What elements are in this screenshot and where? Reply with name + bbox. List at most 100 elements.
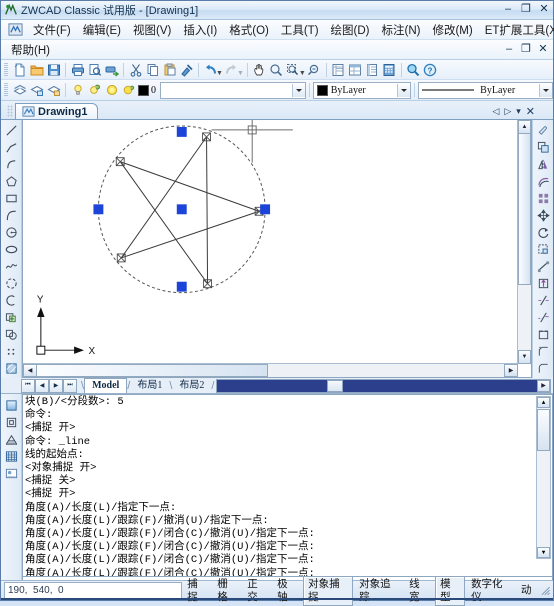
arc-icon[interactable] <box>2 207 20 224</box>
arc-poly-icon[interactable] <box>2 156 20 173</box>
break-icon[interactable] <box>534 326 552 343</box>
tab-model[interactable]: Model <box>84 378 128 393</box>
layer-combo-arrow-icon[interactable] <box>291 83 305 97</box>
line-icon[interactable] <box>2 122 20 139</box>
status-tablet-button[interactable]: 数字化仪 <box>467 577 515 605</box>
resize-grip-icon[interactable] <box>540 585 551 597</box>
hatch-icon[interactable] <box>2 360 20 377</box>
copy-object-icon[interactable] <box>534 139 552 156</box>
tool-palette-icon[interactable] <box>364 61 381 78</box>
chamfer-icon[interactable] <box>534 343 552 360</box>
linetype-combo-arrow-icon[interactable] <box>539 83 552 97</box>
menu-item-format[interactable]: 格式(O) <box>223 21 275 39</box>
status-dyn-button[interactable]: 动 <box>517 583 536 598</box>
coordinates-display[interactable]: 190, 540, 0 <box>4 582 183 599</box>
linetype-combo[interactable]: ByLayer <box>418 81 553 99</box>
app-menu-icon[interactable] <box>8 22 23 37</box>
nav-prev-icon[interactable]: ◀ <box>35 378 49 393</box>
copy-icon[interactable] <box>144 61 161 78</box>
fillet-icon[interactable] <box>534 360 552 377</box>
drawing-canvas[interactable]: Y X ▲ ▼ ◀ ▶ <box>22 120 532 378</box>
pan-icon[interactable] <box>251 61 268 78</box>
doc-close-button[interactable]: ✕ <box>537 42 549 56</box>
polygon-icon[interactable] <box>2 173 20 190</box>
rectangle-icon[interactable] <box>2 190 20 207</box>
menu-item-tools[interactable]: 工具(T) <box>275 21 325 39</box>
tab-prev-icon[interactable]: ◁ <box>492 106 499 117</box>
nav-next-icon[interactable]: ▶ <box>49 378 63 393</box>
point-icon[interactable] <box>2 343 20 360</box>
save-icon[interactable] <box>45 61 62 78</box>
menu-item-draw[interactable]: 绘图(D) <box>325 21 376 39</box>
block-insert-icon[interactable] <box>2 309 20 326</box>
layout-scroll-right-arrow-icon[interactable]: ▶ <box>537 379 550 392</box>
calculator-icon[interactable] <box>381 61 398 78</box>
horizontal-scroll-thumb[interactable] <box>36 364 268 377</box>
zoom-dropdown-icon[interactable]: ▼ <box>299 70 306 79</box>
standard-toolbar-grip[interactable] <box>4 62 8 77</box>
status-snap-button[interactable]: 捕捉 <box>183 577 211 605</box>
help-icon[interactable]: ? <box>422 61 439 78</box>
layout-scrollbar[interactable]: ▶ <box>216 378 551 393</box>
layout-scroll-thumb[interactable] <box>327 379 344 392</box>
canvas-horizontal-scrollbar[interactable]: ◀ ▶ <box>23 363 518 377</box>
tab-next-icon[interactable]: ▷ <box>504 106 511 117</box>
gradient-icon[interactable] <box>2 397 20 414</box>
menu-item-edit[interactable]: 编辑(E) <box>77 21 127 39</box>
print-icon[interactable] <box>69 61 86 78</box>
move-icon[interactable] <box>534 207 552 224</box>
status-osnap-button[interactable]: 对象捕捉 <box>303 575 354 606</box>
color-combo[interactable]: ByLayer <box>312 81 412 99</box>
menu-item-modify[interactable]: 修改(M) <box>426 21 478 39</box>
status-polar-button[interactable]: 极轴 <box>273 577 301 605</box>
layer-state-icon[interactable] <box>45 82 62 99</box>
scroll-down-arrow-icon[interactable]: ▼ <box>518 350 531 364</box>
paste-icon[interactable] <box>161 61 178 78</box>
document-tab-drawing1[interactable]: Drawing1 <box>15 103 98 119</box>
polyline-icon[interactable] <box>2 139 20 156</box>
tab-close-icon[interactable]: ✕ <box>526 105 535 118</box>
menu-item-dimension[interactable]: 标注(N) <box>376 21 427 39</box>
lightbulb-icon[interactable] <box>69 82 86 99</box>
rotate-icon[interactable] <box>534 224 552 241</box>
redo-dropdown-icon[interactable]: ▼ <box>237 70 244 79</box>
minimize-button[interactable]: – <box>502 2 514 16</box>
command-scroll-up-icon[interactable]: ▲ <box>537 397 550 408</box>
document-tab-grip[interactable] <box>7 105 13 117</box>
status-grid-button[interactable]: 栅格 <box>213 577 241 605</box>
scroll-up-arrow-icon[interactable]: ▲ <box>518 120 531 134</box>
tab-layout2[interactable]: 布局2 <box>172 379 211 393</box>
spline-icon[interactable] <box>2 258 20 275</box>
mirror-icon[interactable] <box>534 156 552 173</box>
scroll-right-arrow-icon[interactable]: ▶ <box>504 364 518 377</box>
canvas-vertical-scrollbar[interactable]: ▲ ▼ <box>517 120 531 364</box>
menu-item-view[interactable]: 视图(V) <box>127 21 177 39</box>
scale-icon[interactable] <box>534 241 552 258</box>
menu-item-file[interactable]: 文件(F) <box>27 21 77 39</box>
open-folder-icon[interactable] <box>28 61 45 78</box>
extend-icon[interactable] <box>534 292 552 309</box>
menu-item-help[interactable]: 帮助(H) <box>5 41 56 59</box>
publish-icon[interactable] <box>103 61 120 78</box>
search-zoom-icon[interactable] <box>405 61 422 78</box>
mtext-icon[interactable] <box>2 448 20 465</box>
status-ortho-button[interactable]: 正交 <box>243 577 271 605</box>
layer-manager-icon[interactable] <box>11 82 28 99</box>
erase-icon[interactable] <box>534 122 552 139</box>
ellipse-arc-icon[interactable] <box>2 275 20 292</box>
undo-dropdown-icon[interactable]: ▼ <box>216 70 223 79</box>
command-scroll-down-icon[interactable]: ▼ <box>537 547 550 558</box>
stretch-icon[interactable] <box>534 258 552 275</box>
doc-restore-button[interactable]: ❐ <box>520 42 532 56</box>
layer-combo[interactable] <box>160 81 306 99</box>
ellipse-icon[interactable] <box>2 241 20 258</box>
color-combo-arrow-icon[interactable] <box>397 83 411 97</box>
design-center-icon[interactable] <box>347 61 364 78</box>
layer-toolbar-grip[interactable] <box>4 83 8 97</box>
region-icon[interactable] <box>2 414 20 431</box>
trim-icon[interactable] <box>534 275 552 292</box>
status-lineweight-button[interactable]: 线宽 <box>405 577 433 605</box>
maximize-button[interactable]: ❐ <box>520 2 532 16</box>
circle-icon[interactable] <box>2 224 20 241</box>
menu-item-insert[interactable]: 插入(I) <box>177 21 223 39</box>
